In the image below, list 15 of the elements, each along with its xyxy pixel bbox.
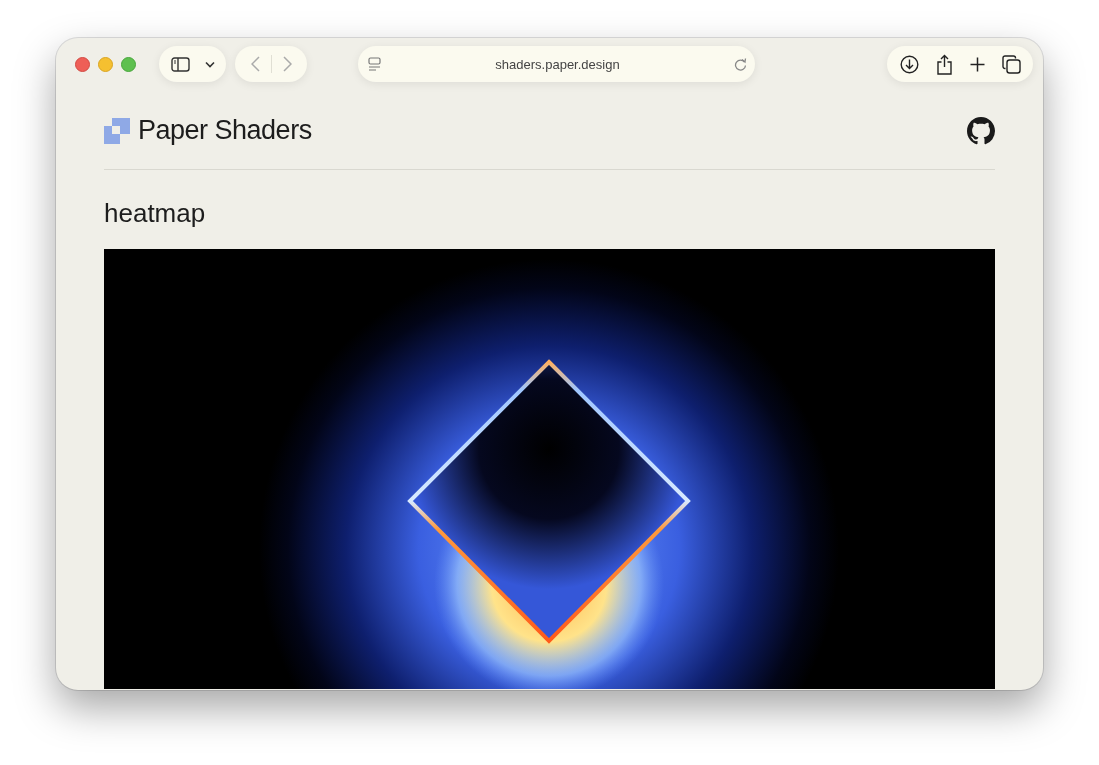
download-icon[interactable]	[899, 54, 919, 74]
plus-icon[interactable]	[969, 56, 985, 72]
reload-icon[interactable]	[734, 57, 747, 71]
logo-text[interactable]: Paper Shaders	[138, 115, 312, 146]
logo-icon	[104, 117, 130, 144]
tabs-icon[interactable]	[1001, 54, 1021, 74]
page-title: heatmap	[104, 197, 207, 230]
url-text: shaders.paper.design	[495, 56, 620, 72]
address-bar[interactable]: shaders.paper.design	[358, 46, 755, 82]
chevron-down-icon[interactable]	[204, 60, 215, 68]
share-icon[interactable]	[935, 53, 953, 75]
github-icon[interactable]	[967, 116, 995, 145]
page-menu-icon[interactable]	[368, 57, 381, 71]
close-button[interactable]	[75, 56, 90, 72]
sidebar-icon[interactable]	[170, 56, 190, 72]
